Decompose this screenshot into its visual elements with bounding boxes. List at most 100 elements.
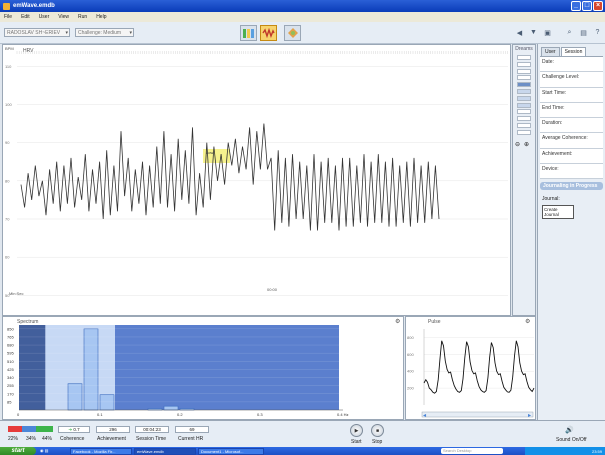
taskbar: start ◉ ▤ Facebook - Mozilla Fir... emWa… (0, 447, 605, 455)
pulse-chart: Pulse ⚙ 800600400200 ◀ ▶ (407, 318, 535, 418)
spectrum-xtick-label: 0 (17, 412, 20, 417)
dream-slot (517, 61, 531, 67)
field-challenge-level: Challenge Level: (540, 72, 603, 88)
menu-edit[interactable]: Edit (21, 14, 30, 20)
menu-user[interactable]: User (39, 14, 50, 20)
pulse-ytick-label: 800 (407, 335, 414, 340)
menu-run[interactable]: Run (78, 14, 87, 20)
minimize-button[interactable]: _ (571, 1, 581, 11)
spectrum-ytick-label: 255 (7, 383, 14, 388)
tab-user[interactable]: User (541, 47, 560, 56)
zoom-icon[interactable]: ⌕ (564, 27, 575, 38)
dream-slot (517, 129, 531, 135)
spectrum-bar (67, 383, 83, 411)
journaling-section-header: Journaling in Progress (540, 182, 603, 191)
coherence-low-pct: 22% (8, 436, 19, 442)
pulse-title: Pulse (428, 319, 441, 325)
pulse-ytick-label: 400 (407, 369, 414, 374)
session-time-label: Session Time (136, 436, 167, 442)
stop-button[interactable]: ■ (371, 424, 384, 437)
spectrum-ytick-label: 510 (7, 359, 14, 364)
pulse-series-line (423, 340, 535, 394)
start-label: start (11, 448, 25, 454)
dream-slot (517, 75, 531, 81)
menu-file[interactable]: File (4, 14, 12, 20)
field-end-time: End Time: (540, 103, 603, 119)
plus-icon[interactable]: ⊕ (524, 141, 529, 148)
sound-toggle-label[interactable]: Sound On/Off (556, 437, 586, 443)
window-icon[interactable]: ▣ (542, 27, 553, 38)
menu-help[interactable]: Help (96, 14, 106, 20)
folder-icon[interactable]: ▤ (45, 448, 49, 453)
create-journal-button[interactable]: Create Journal (542, 205, 574, 220)
spectrum-ytick-label: 170 (7, 391, 14, 396)
dream-slot (517, 55, 531, 60)
hrv-ylabel: BPM (5, 46, 14, 51)
spectrum-ytick-label: 425 (7, 367, 14, 372)
pulse-scrollbar[interactable] (421, 411, 534, 418)
system-tray: 23:59 (525, 447, 605, 455)
current-hr-value: 69 (175, 426, 209, 433)
close-button[interactable]: × (593, 1, 603, 11)
coherence-low-segment (8, 426, 23, 432)
hrv-ytick-label: 70 (5, 217, 10, 222)
achievement-label: Achievement (97, 436, 126, 442)
menu-view[interactable]: View (58, 14, 69, 20)
field-device: Device: (540, 164, 603, 180)
coherence-label: Coherence (60, 436, 85, 442)
toolbar: RADOSLAV SH~ERIEV ▾ Challenge: Medium ▾ … (0, 22, 605, 44)
spectrum-xtick-label: 0.3 (257, 412, 263, 417)
back-icon[interactable]: ◀ (514, 27, 525, 38)
maximize-button[interactable]: □ (582, 1, 592, 11)
pulse-panel: Pulse ⚙ 800 600 400 200 ◀ ▶ (405, 316, 536, 420)
spectrum-ytick-label: 850 (7, 326, 14, 331)
field-duration: Duration: (540, 118, 603, 134)
desktop-search-input[interactable]: Search Desktop (441, 448, 503, 454)
title-bar: emWave.emdb _ □ × (0, 0, 605, 12)
field-average-coherence: Average Coherence: (540, 133, 603, 149)
forward-icon[interactable]: ▼ (528, 27, 539, 38)
taskbar-item-document[interactable]: Document1 - Microsof... (198, 447, 264, 455)
dream-slot (517, 95, 531, 101)
app-icon (3, 2, 10, 10)
start-menu-button[interactable]: start (0, 447, 36, 455)
bars-view-icon (243, 29, 254, 38)
field-date: Date: (540, 57, 603, 73)
book-icon[interactable]: ▤ (578, 27, 589, 38)
speaker-icon[interactable]: 🔊 (565, 426, 574, 434)
pulse-ytick-label: 600 (407, 352, 414, 357)
challenge-select[interactable]: Challenge: Medium ▾ (75, 28, 134, 37)
spectrum-xtick-label: 0.2 (177, 412, 183, 417)
user-select-value: RADOSLAV SH~ERIEV (7, 30, 61, 36)
start-button[interactable]: ▶ (350, 424, 363, 437)
hrv-series-line (20, 123, 440, 231)
challenge-select-value: Challenge: Medium (78, 30, 122, 36)
garden-view-button[interactable] (284, 25, 301, 41)
heart-wave-icon (262, 28, 275, 38)
bottom-bar: 22% 34% 44% ➜ 0.7 Coherence 296 Achievem… (0, 420, 605, 447)
spectrum-settings-icon[interactable]: ⚙ (395, 318, 400, 325)
minus-icon[interactable]: ⊖ (515, 141, 520, 148)
spectrum-xtick-label: 0.4 Hz (337, 412, 349, 417)
hrv-ytick-label: 80 (5, 178, 10, 183)
taskbar-item-emwave[interactable]: emWave.emdb (134, 447, 196, 455)
taskbar-item-facebook[interactable]: Facebook - Mozilla Fir... (70, 447, 132, 455)
coherence-value-box: ➜ 0.7 (58, 426, 90, 433)
dream-slot (517, 109, 531, 115)
spectrum-ytick-label: 595 (7, 351, 14, 356)
tab-session[interactable]: Session (560, 47, 587, 56)
heart-wave-view-button[interactable] (260, 25, 277, 41)
help-icon[interactable]: ? (592, 27, 603, 38)
browser-icon[interactable]: ◉ (40, 448, 44, 453)
pulse-settings-icon[interactable]: ⚙ (525, 318, 530, 325)
current-hr-label: Current HR (178, 436, 204, 442)
user-select[interactable]: RADOSLAV SH~ERIEV ▾ (4, 28, 70, 37)
dreams-label: Dreams (515, 46, 533, 52)
dream-slot (517, 68, 531, 74)
spectrum-chart: Spectrum ⚙ 85076568059551042534025517085… (7, 318, 400, 417)
bars-view-button[interactable] (240, 25, 257, 41)
stop-label: Stop (372, 439, 383, 445)
hrv-panel: BPM HRV 110 100 90 80 70 60 50 Low Min:Sec 00:… (2, 44, 511, 316)
achievement-value: 296 (96, 426, 130, 433)
coherence-meter (8, 426, 53, 432)
